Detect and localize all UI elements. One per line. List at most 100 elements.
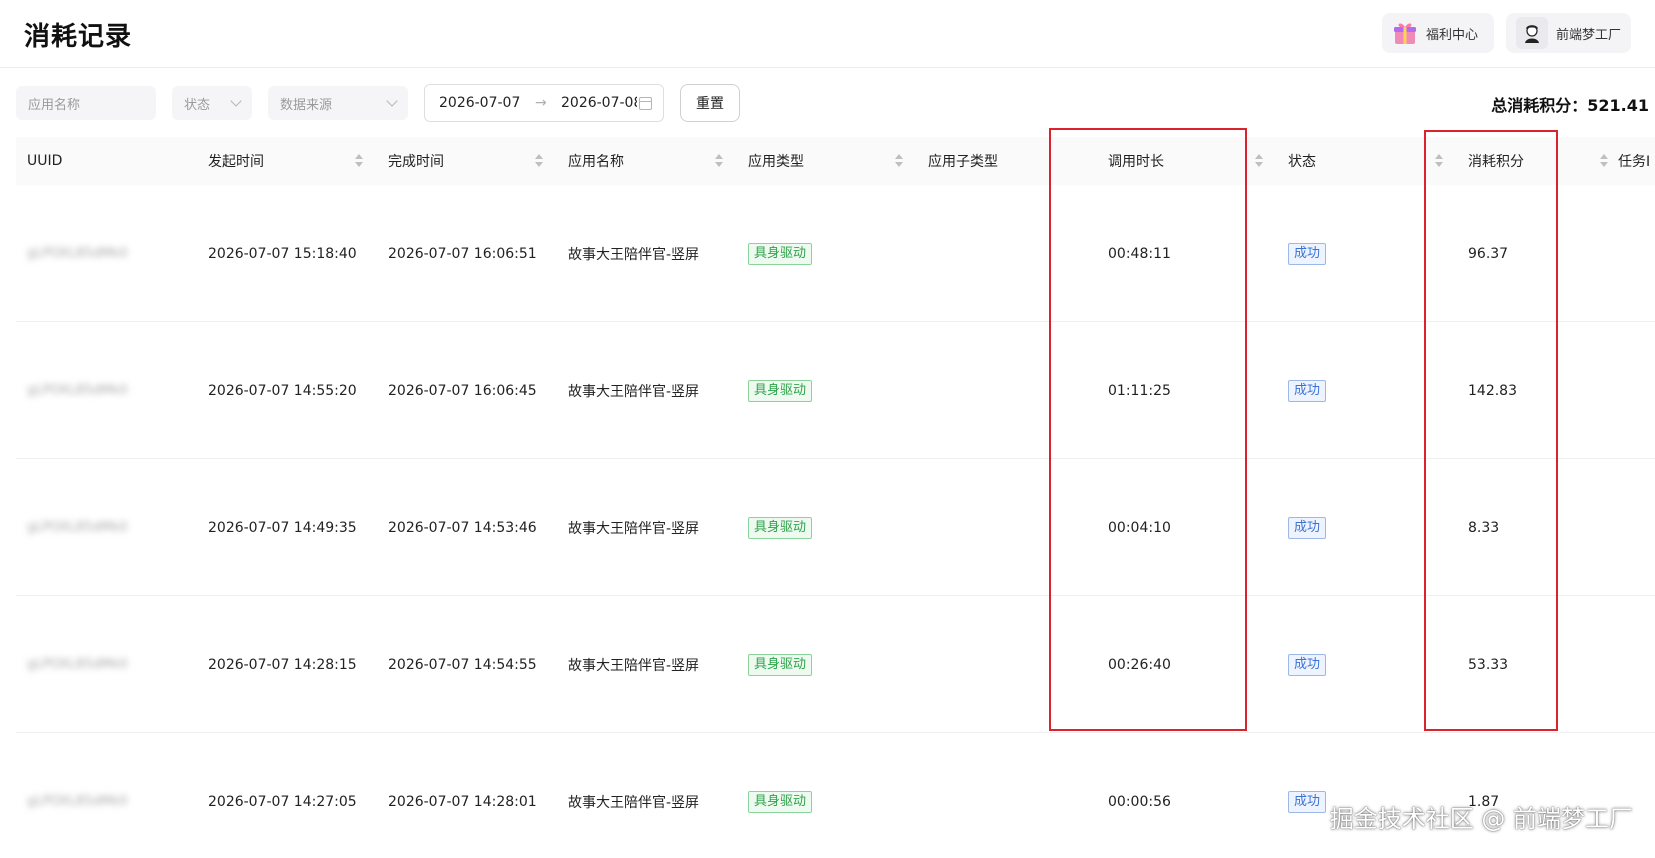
col-start-time[interactable]: 发起时间 [208,137,264,185]
col-app-name[interactable]: 应用名称 [568,137,624,185]
filter-bar: 应用名称 状态 数据来源 2026-07-07 → 2026-07-08 重置 … [0,84,1655,122]
status-cell: 成功 [1288,459,1327,596]
data-source-placeholder: 数据来源 [280,97,333,113]
app-name-cell: 故事大王陪伴官-竖屏 [568,657,700,674]
data-source-select[interactable]: 数据来源 [268,86,408,120]
table-body: gLPOXL85dMk0 2026-07-07 15:18:40 2026-07… [16,185,1655,858]
sort-icon[interactable] [535,154,543,168]
app-name-cell: 故事大王陪伴官-竖屏 [568,383,700,400]
app-name-cell: 故事大王陪伴官-竖屏 [568,520,700,537]
table-row[interactable]: gLPOXL85dMk0 2026-07-07 14:55:20 2026-07… [16,322,1655,459]
status-badge: 成功 [1288,516,1327,539]
date-start[interactable]: 2026-07-07 [439,95,535,111]
status-cell: 成功 [1288,596,1327,733]
top-header: 消耗记录 福利中心 前端梦工厂 [0,0,1655,68]
welfare-center-button[interactable]: 福利中心 [1382,13,1494,53]
points-cell: 96.37 [1468,245,1509,262]
end-time-cell: 2026-07-07 14:53:46 [388,519,537,536]
app-name-input[interactable]: 应用名称 [16,86,156,120]
app-type-tag: 具身驱动 [748,790,813,813]
page-title: 消耗记录 [24,22,133,52]
table-header: UUID 发起时间 完成时间 应用名称 应用类型 应用子类型 调用时长 状态 消… [16,137,1655,185]
app-type-cell: 具身驱动 [748,322,813,459]
status-badge: 成功 [1288,242,1327,265]
sort-icon[interactable] [1435,154,1443,168]
app-type-cell: 具身驱动 [748,459,813,596]
end-time-cell: 2026-07-07 14:28:01 [388,793,537,810]
chevron-down-icon [230,95,242,107]
sort-icon[interactable] [715,154,723,168]
duration-cell: 00:04:10 [1108,519,1171,536]
total-points: 总消耗积分：521.41 [1491,96,1649,115]
points-cell: 8.33 [1468,519,1500,536]
col-duration[interactable]: 调用时长 [1108,137,1164,185]
status-placeholder: 状态 [184,97,211,113]
duration-cell: 00:26:40 [1108,656,1171,673]
duration-cell: 00:48:11 [1108,245,1171,262]
status-badge: 成功 [1288,379,1327,402]
app-type-tag: 具身驱动 [748,516,813,539]
arrow-right-icon: → [535,95,547,111]
duration-cell: 00:00:56 [1108,793,1171,810]
app-name-cell: 故事大王陪伴官-竖屏 [568,794,700,811]
col-app-type[interactable]: 应用类型 [748,137,804,185]
table-row[interactable]: gLPOXL85dMk0 2026-07-07 15:18:40 2026-07… [16,185,1655,322]
sort-icon[interactable] [355,154,363,168]
user-profile-button[interactable]: 前端梦工厂 [1506,13,1631,53]
points-cell: 1.87 [1468,793,1500,810]
status-badge: 成功 [1288,790,1327,813]
end-time-cell: 2026-07-07 16:06:45 [388,382,537,399]
points-cell: 142.83 [1468,382,1517,399]
start-time-cell: 2026-07-07 14:27:05 [208,793,357,810]
uuid-cell: gLPOXL85dMk0 [27,520,128,535]
date-range-picker[interactable]: 2026-07-07 → 2026-07-08 [424,84,664,122]
start-time-cell: 2026-07-07 14:28:15 [208,656,357,673]
start-time-cell: 2026-07-07 14:49:35 [208,519,357,536]
status-cell: 成功 [1288,733,1327,858]
end-time-cell: 2026-07-07 14:54:55 [388,656,537,673]
app-name-cell: 故事大王陪伴官-竖屏 [568,246,700,263]
uuid-cell: gLPOXL85dMk0 [27,657,128,672]
uuid-cell: gLPOXL85dMk0 [27,246,128,261]
chevron-down-icon [386,95,398,107]
col-task-id: 任务I [1618,154,1651,170]
gift-icon [1394,23,1416,44]
sort-icon[interactable] [1600,154,1608,168]
status-cell: 成功 [1288,322,1327,459]
col-uuid: UUID [27,153,63,169]
start-time-cell: 2026-07-07 15:18:40 [208,245,357,262]
duration-cell: 01:11:25 [1108,382,1171,399]
app-type-cell: 具身驱动 [748,185,813,322]
status-select[interactable]: 状态 [172,86,252,120]
app-type-tag: 具身驱动 [748,653,813,676]
app-type-tag: 具身驱动 [748,242,813,265]
col-end-time[interactable]: 完成时间 [388,137,444,185]
start-time-cell: 2026-07-07 14:55:20 [208,382,357,399]
points-cell: 53.33 [1468,656,1509,673]
uuid-cell: gLPOXL85dMk0 [27,794,128,809]
watermark: 掘金技术社区 @ 前端梦工厂 [1329,805,1633,833]
end-time-cell: 2026-07-07 16:06:51 [388,245,537,262]
col-app-subtype: 应用子类型 [928,154,998,170]
calendar-icon [639,96,652,110]
uuid-cell: gLPOXL85dMk0 [27,383,128,398]
status-badge: 成功 [1288,653,1327,676]
app-type-cell: 具身驱动 [748,596,813,733]
status-cell: 成功 [1288,185,1327,322]
col-points[interactable]: 消耗积分 [1468,137,1524,185]
col-status: 状态 [1288,154,1316,170]
sort-icon[interactable] [895,154,903,168]
app-type-cell: 具身驱动 [748,733,813,858]
avatar-icon [1525,25,1539,43]
table-row[interactable]: gLPOXL85dMk0 2026-07-07 14:28:15 2026-07… [16,596,1655,733]
date-end[interactable]: 2026-07-08 [561,95,637,111]
welfare-center-label: 福利中心 [1426,27,1479,43]
reset-button[interactable]: 重置 [680,84,740,122]
user-name: 前端梦工厂 [1556,27,1622,43]
app-type-tag: 具身驱动 [748,379,813,402]
app-name-placeholder: 应用名称 [28,97,81,113]
table-row[interactable]: gLPOXL85dMk0 2026-07-07 14:49:35 2026-07… [16,459,1655,596]
sort-icon[interactable] [1255,154,1263,168]
table-row[interactable]: gLPOXL85dMk0 2026-07-07 14:27:05 2026-07… [16,733,1655,858]
avatar [1516,17,1548,49]
